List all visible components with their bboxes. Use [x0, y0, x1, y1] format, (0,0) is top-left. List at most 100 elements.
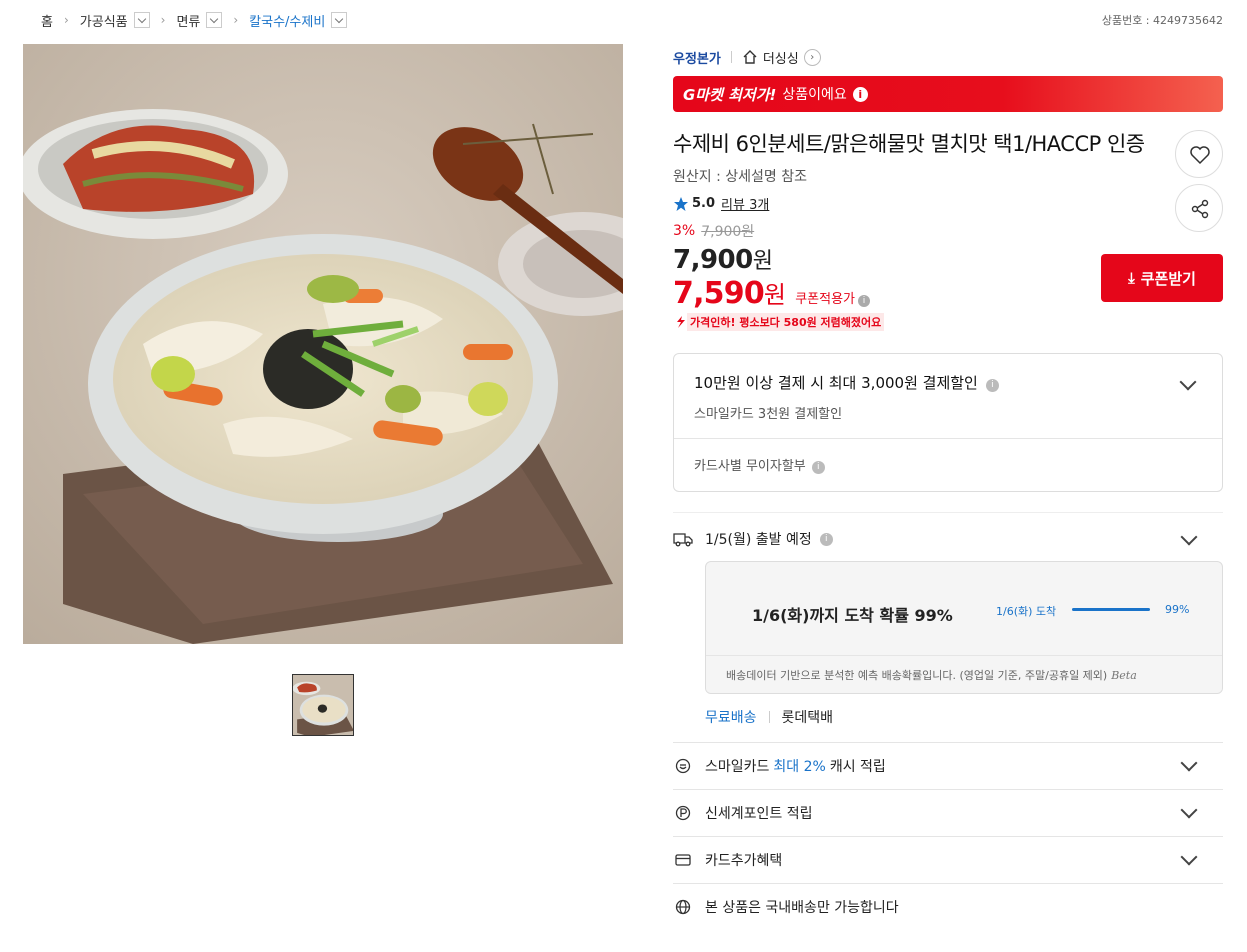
coupon-price: 7,590원	[673, 275, 786, 311]
get-coupon-label: 쿠폰받기	[1140, 270, 1196, 288]
breadcrumb-home[interactable]: 홈	[41, 11, 53, 30]
divider	[768, 711, 770, 723]
get-coupon-button[interactable]: ⤓ 쿠폰받기	[1101, 254, 1223, 302]
chevron-down-icon[interactable]	[331, 12, 348, 28]
rating-row: 5.0 리뷰 3개	[673, 194, 1223, 213]
truck-icon	[673, 533, 693, 547]
rating-score: 5.0	[692, 196, 716, 211]
chevron-right-icon: ›	[63, 13, 69, 27]
info-icon[interactable]: i	[985, 379, 999, 392]
breadcrumb-label: 칼국수/수제비	[249, 14, 326, 30]
probability-note-text: 배송데이터 기반으로 분석한 예측 배송확률입니다. (영업일 기준, 주말/공…	[726, 669, 1108, 682]
price-area: 3% 7,900원 7,900원 7,590원 쿠폰적용가 i 가격인하! 평소보…	[673, 221, 1223, 331]
smilecard-pre: 스마일카드	[705, 759, 770, 775]
point-icon	[673, 805, 693, 821]
review-link[interactable]: 리뷰 3개	[721, 194, 769, 213]
origin-text: 원산지 : 상세설명 참조	[673, 169, 807, 185]
breadcrumb-home-label: 홈	[41, 14, 53, 30]
payment-discount-sub: 스마일카드 3천원 결제할인	[694, 407, 843, 422]
breadcrumb-category-1[interactable]: 가공식품	[80, 11, 150, 30]
probability-date: 1/6(화) 도착	[996, 605, 1057, 618]
probability-percent: 99%	[1165, 603, 1190, 616]
delivery-probability-box: 1/6(화)까지 도착 확률 99% 1/6(화) 도착 99% 배송데이터 기…	[705, 561, 1223, 694]
arrow-down-icon	[677, 316, 685, 328]
download-icon: ⤓	[1128, 269, 1135, 287]
probability-note: 배송데이터 기반으로 분석한 예측 배송확률입니다. (영업일 기준, 주말/공…	[706, 655, 1222, 693]
store-name: 더싱싱	[762, 51, 799, 67]
chevron-right-icon: ›	[233, 13, 239, 27]
product-title: 수제비 6인분세트/맑은해물맛 멸치맛 택1/HACCP 인증	[673, 132, 1145, 156]
original-price: 7,900원	[701, 224, 755, 240]
info-icon[interactable]: i	[811, 461, 825, 474]
seller-name[interactable]: 우정본가	[673, 48, 721, 67]
title-row: 수제비 6인분세트/맑은해물맛 멸치맛 택1/HACCP 인증 원산지 : 상세…	[673, 130, 1223, 232]
probability-bar	[1072, 608, 1150, 611]
sale-price-unit: 원	[752, 249, 773, 274]
discount-row: 3% 7,900원	[673, 221, 1223, 241]
heart-icon	[1190, 146, 1210, 165]
shipping-header[interactable]: 1/5(월) 출발 예정 i	[673, 529, 1223, 549]
product-info-panel: 우정본가 더싱싱 › G마켓 최저가! 상품이에요 i 수제비 6인분세트/맑은…	[673, 44, 1223, 930]
coupon-price-label: 쿠폰적용가 i	[795, 288, 870, 307]
info-icon[interactable]: i	[858, 295, 870, 307]
domestic-shipping-notice: 본 상품은 국내배송만 가능합니다	[673, 883, 1223, 930]
shipping-section: 1/5(월) 출발 예정 i 1/6(화)까지 도착 확률 99% 1/6(화)…	[673, 512, 1223, 728]
chevron-right-icon: ›	[803, 48, 821, 66]
breadcrumb-category-2[interactable]: 면류	[176, 11, 223, 30]
payment-benefit-box: 10만원 이상 결제 시 최대 3,000원 결제할인 i 스마일카드 3천원 결…	[673, 353, 1223, 492]
card-extra-benefit[interactable]: 카드추가혜택	[673, 836, 1223, 883]
breadcrumb-label: 가공식품	[79, 14, 128, 30]
installment-row[interactable]: 카드사별 무이자할부 i	[674, 439, 1222, 491]
card-extra-text: 카드추가혜택	[705, 853, 783, 869]
chevron-down-icon[interactable]	[1180, 801, 1198, 819]
product-thumbnail[interactable]	[292, 674, 354, 736]
chevron-down-icon[interactable]	[133, 12, 150, 28]
lowest-price-banner[interactable]: G마켓 최저가! 상품이에요 i	[673, 76, 1223, 112]
wishlist-button[interactable]	[1175, 130, 1223, 178]
free-shipping: 무료배송	[705, 710, 757, 726]
sujebi-photo	[23, 44, 623, 644]
breadcrumb: 홈 › 가공식품 › 면류 › 칼국수/수제비	[41, 10, 348, 30]
card-icon	[673, 853, 693, 867]
smilecard-post: 캐시 적립	[829, 759, 886, 775]
share-icon	[1191, 199, 1209, 219]
chevron-down-icon[interactable]	[206, 12, 223, 28]
probability-summary: 1/6(화)까지 도착 확률 99% 1/6(화) 도착 99%	[706, 562, 1222, 657]
sale-price-number: 7,900	[673, 245, 753, 275]
smilecard-cashback[interactable]: 스마일카드 최대 2% 캐시 적립	[673, 742, 1223, 789]
chevron-down-icon[interactable]	[1180, 848, 1198, 866]
payment-title-text: 10만원 이상 결제 시 최대 3,000원 결제할인	[694, 374, 978, 392]
info-icon[interactable]: i	[819, 532, 833, 546]
installment-text: 카드사별 무이자할부	[694, 459, 806, 474]
smilecard-highlight: 최대 2%	[773, 759, 826, 775]
departure-text: 1/5(월) 출발 예정	[705, 532, 812, 548]
star-icon	[674, 196, 688, 211]
globe-icon	[673, 899, 693, 915]
thumbnail-image	[293, 675, 353, 735]
price-drop-text: 가격인하! 평소보다 580원 저렴해졌어요	[687, 313, 885, 331]
lowest-price-bold: G마켓 최저가!	[683, 85, 777, 104]
ssg-point[interactable]: 신세계포인트 적립	[673, 789, 1223, 836]
payment-discount-title: 10만원 이상 결제 시 최대 3,000원 결제할인 i	[694, 372, 1202, 393]
product-main-image	[23, 44, 623, 644]
benefit-list: 스마일카드 최대 2% 캐시 적립 신세계포인트 적립 카드추가혜택 본 상품은…	[673, 742, 1223, 930]
discount-rate: 3%	[673, 223, 696, 239]
chevron-right-icon: ›	[160, 13, 166, 27]
breadcrumb-category-3[interactable]: 칼국수/수제비	[249, 11, 348, 30]
divider	[730, 51, 732, 63]
home-icon	[743, 50, 757, 64]
product-number: 상품번호 : 4249735642	[1101, 14, 1223, 27]
smile-icon	[673, 758, 693, 774]
ssg-point-text: 신세계포인트 적립	[705, 806, 813, 822]
info-icon[interactable]: i	[852, 86, 868, 102]
store-link[interactable]: 더싱싱 ›	[742, 48, 821, 67]
beta-label: Beta	[1111, 669, 1137, 682]
coupon-price-unit: 원	[763, 281, 786, 309]
probability-title: 1/6(화)까지 도착 확률 99%	[752, 606, 953, 625]
price-drop-notice: 가격인하! 평소보다 580원 저렴해졌어요	[673, 313, 1223, 331]
lowest-price-text: 상품이에요	[782, 87, 847, 103]
chevron-down-icon[interactable]	[1180, 754, 1198, 772]
payment-discount[interactable]: 10만원 이상 결제 시 최대 3,000원 결제할인 i 스마일카드 3천원 결…	[674, 354, 1222, 439]
domestic-text: 본 상품은 국내배송만 가능합니다	[705, 900, 899, 916]
seller-row: 우정본가 더싱싱 ›	[673, 44, 1223, 70]
